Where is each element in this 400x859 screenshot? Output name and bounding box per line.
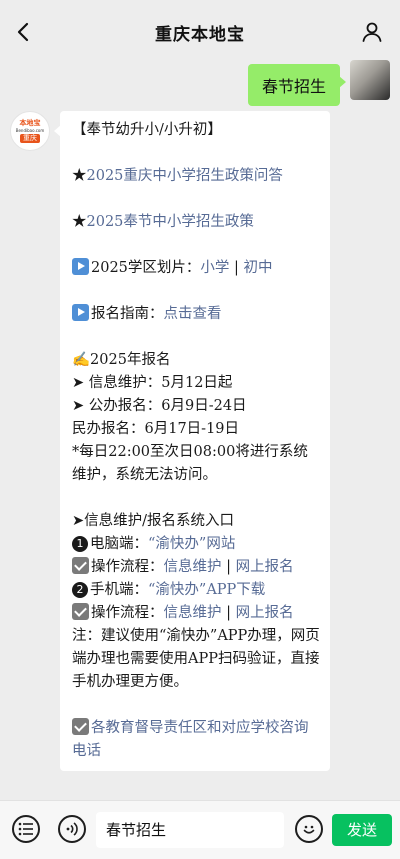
reply-heading: 【奉节幼升小/小升初】 [72,122,222,138]
maintenance-note: *每日22:00至次日08:00将进行系统维护，系统无法访问。 [72,444,308,483]
star-mark: ★ [72,214,87,230]
chat-header: 重庆本地宝 [0,10,400,54]
district-separator: | [229,260,244,276]
policy-link[interactable]: 2025奉节中小学招生政策 [87,214,254,230]
operation-prefix: 操作流程： [91,605,164,621]
online-registration-link[interactable]: 网上报名 [236,559,294,575]
usage-note: 注：建议使用“渝快办”APP办理，网页端办理也需要使用APP扫码验证，直接手机办… [72,628,320,690]
message-input[interactable]: 春节招生 [96,812,284,848]
chat-screen: 重庆本地宝 春节招生 本地宝 Bendibao.com 重庆 【奉节幼升小/小升… [0,0,400,859]
info-maintenance-link[interactable]: 信息维护 [164,605,222,621]
info-maintenance-date: ➤ 信息维护：5月12日起 [72,375,233,391]
checkbox-icon [72,603,89,620]
play-icon [72,304,89,321]
policy-qa-link[interactable]: 2025重庆中小学招生政策问答 [87,168,283,184]
send-button[interactable]: 发送 [332,814,392,846]
logo-text: 本地宝 [19,119,41,127]
play-icon [72,258,89,275]
logo-domain: Bendibao.com [15,128,45,133]
incoming-message: 本地宝 Bendibao.com 重庆 【奉节幼升小/小升初】 ★2025重庆中… [10,111,330,771]
entry-heading: ➤信息维护/报名系统入口 [72,513,235,529]
number-one-icon: 1 [72,536,88,552]
operation-separator: | [221,605,236,621]
voice-icon[interactable] [58,815,86,843]
guide-link[interactable]: 点击查看 [164,306,222,322]
logo-city: 重庆 [20,134,40,143]
message-list[interactable]: 春节招生 本地宝 Bendibao.com 重庆 【奉节幼升小/小升初】 ★20… [0,54,400,796]
app-download-link[interactable]: “渝快办”APP下载 [148,582,265,598]
registration-heading: ✍2025年报名 [72,352,171,368]
checkbox-icon [72,718,89,735]
operation-separator: | [221,559,236,575]
contact-phone-link[interactable]: 各教育督导责任区和对应学校咨询电话 [72,720,309,759]
pc-website-link[interactable]: “渝快办”网站 [148,536,235,552]
district-line: 2025学区划片：小学 | 初中 [72,257,320,280]
outgoing-message: 春节招生 [247,60,390,106]
mobile-operation-line: 操作流程：信息维护 | 网上报名 [72,602,320,625]
back-arrow-icon[interactable] [12,20,36,44]
district-middle-link[interactable]: 初中 [244,260,273,276]
chat-title: 重庆本地宝 [155,24,245,45]
outgoing-bubble[interactable]: 春节招生 [247,64,347,106]
guide-prefix: 报名指南： [91,306,164,322]
policy-line: ★2025奉节中小学招生政策 [72,211,320,234]
district-primary-link[interactable]: 小学 [200,260,229,276]
checkbox-icon [72,557,89,574]
contact-line: 各教育督导责任区和对应学校咨询电话 [72,717,320,763]
online-registration-link[interactable]: 网上报名 [236,605,294,621]
mobile-line: 2 手机端：“渝快办”APP下载 [72,579,320,602]
policy-qa-line: ★2025重庆中小学招生政策问答 [72,165,320,188]
guide-line: 报名指南：点击查看 [72,303,320,326]
mobile-prefix: 手机端： [90,582,148,598]
star-mark: ★ [72,168,87,184]
pc-line: 1 电脑端：“渝快办”网站 [72,533,320,556]
emoji-icon[interactable] [295,815,323,843]
number-two-icon: 2 [72,582,88,598]
pc-prefix: 电脑端： [90,536,148,552]
menu-list-icon[interactable] [12,815,40,843]
private-registration-date: 民办报名：6月17日-19日 [72,421,240,437]
bot-avatar[interactable]: 本地宝 Bendibao.com 重庆 [10,111,50,151]
operation-prefix: 操作流程： [91,559,164,575]
user-avatar[interactable] [350,60,390,100]
info-maintenance-link[interactable]: 信息维护 [164,559,222,575]
incoming-bubble: 【奉节幼升小/小升初】 ★2025重庆中小学招生政策问答 ★2025奉节中小学招… [54,111,330,771]
profile-icon[interactable] [360,20,384,44]
pc-operation-line: 操作流程：信息维护 | 网上报名 [72,556,320,579]
district-prefix: 2025学区划片： [91,260,201,276]
input-bar: 春节招生 发送 [0,800,400,859]
public-registration-date: ➤ 公办报名：6月9日-24日 [72,398,247,414]
status-bar [0,0,400,10]
